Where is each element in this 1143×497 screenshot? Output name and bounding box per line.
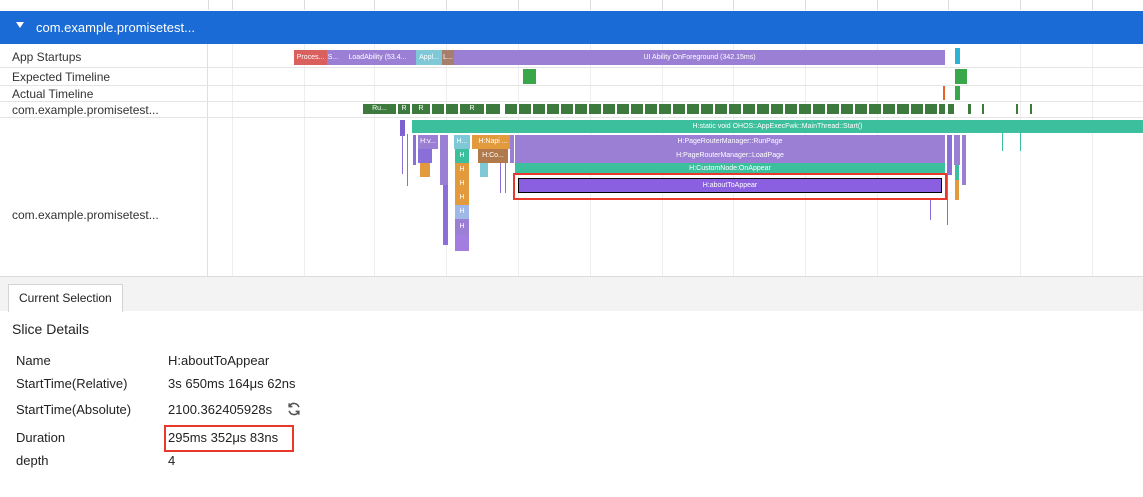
- time-ruler[interactable]: [0, 0, 1143, 10]
- detail-val-start-abs: 2100.362405928s: [168, 402, 273, 417]
- startup-slice-tail[interactable]: [955, 48, 960, 64]
- slice-small[interactable]: [955, 180, 959, 200]
- slice-h-napi[interactable]: H:Napi ...: [472, 135, 514, 149]
- slice-small[interactable]: [418, 149, 432, 163]
- startup-slice-l[interactable]: L...: [442, 50, 454, 65]
- slice-small[interactable]: [962, 135, 966, 185]
- startup-slice-process[interactable]: Proces...: [294, 50, 327, 65]
- slice-small[interactable]: [413, 135, 416, 165]
- actual-frame[interactable]: [955, 86, 960, 100]
- slice-small[interactable]: [455, 235, 469, 251]
- lane-label-main-thread[interactable]: com.example.promisetest...: [12, 208, 159, 222]
- lane-label-actual-timeline[interactable]: Actual Timeline: [12, 87, 93, 101]
- slice-h[interactable]: H: [455, 177, 469, 191]
- slice-h[interactable]: H: [455, 191, 469, 205]
- thread-slice[interactable]: [968, 104, 971, 114]
- expected-frame[interactable]: [523, 69, 536, 84]
- thread-slice[interactable]: [1016, 104, 1018, 114]
- lane-label-app-startups[interactable]: App Startups: [12, 50, 81, 64]
- slice-main-thread-start[interactable]: H:static void OHOS::AppExecFwk::MainThre…: [412, 120, 1143, 133]
- slice-h[interactable]: H: [455, 205, 469, 219]
- thread-slice[interactable]: [982, 104, 984, 114]
- startup-slice-ui-ability[interactable]: UI Ability OnForeground (342.15ms): [454, 50, 945, 65]
- detail-val-start-rel: 3s 650ms 164μs 62ns: [168, 376, 296, 391]
- slice-small[interactable]: [955, 165, 959, 180]
- tab-strip: Current Selection: [0, 276, 1143, 312]
- tab-current-selection[interactable]: Current Selection: [8, 284, 123, 312]
- collapse-arrow-icon[interactable]: [16, 22, 24, 28]
- startup-slice-loadability[interactable]: LoadAbility (53.4...: [339, 50, 416, 65]
- slice-h-co[interactable]: H:Co...: [478, 149, 508, 163]
- detail-key-depth: depth: [16, 453, 49, 468]
- actual-frame[interactable]: [943, 86, 945, 100]
- slice-run-page[interactable]: H:PageRouterManager::RunPage: [515, 135, 945, 149]
- slice-h[interactable]: H: [455, 219, 469, 235]
- thread-slice[interactable]: R: [398, 104, 410, 114]
- thread-slice[interactable]: [446, 104, 458, 114]
- detail-key-start-rel: StartTime(Relative): [16, 376, 128, 391]
- slice-h[interactable]: H: [455, 149, 469, 163]
- slice-small[interactable]: [480, 163, 488, 177]
- thread-slice-run[interactable]: [505, 104, 945, 114]
- thread-slice[interactable]: [948, 104, 954, 114]
- slice-small[interactable]: [510, 135, 514, 163]
- slice-h-v[interactable]: H:v...: [418, 135, 438, 149]
- thread-slice[interactable]: R: [460, 104, 484, 114]
- lane-label-expected-timeline[interactable]: Expected Timeline: [12, 70, 110, 84]
- slice-small[interactable]: [947, 135, 952, 175]
- selection-highlight-box: [513, 173, 947, 200]
- slice-load-page[interactable]: H:PageRouterManager::LoadPage: [515, 149, 945, 163]
- startup-slice-appl[interactable]: Appl...: [416, 50, 442, 65]
- lane-divider[interactable]: [207, 44, 208, 276]
- thread-slice[interactable]: [486, 104, 500, 114]
- thread-slice[interactable]: R: [412, 104, 430, 114]
- refresh-icon[interactable]: [286, 401, 302, 417]
- detail-key-name: Name: [16, 353, 51, 368]
- startup-slice-s[interactable]: S...: [327, 50, 339, 65]
- detail-val-depth: 4: [168, 453, 176, 468]
- details-title: Slice Details: [12, 321, 90, 337]
- slice-small[interactable]: [954, 135, 960, 165]
- slice-small[interactable]: [440, 135, 448, 185]
- process-title: com.example.promisetest...: [36, 20, 195, 35]
- details-panel: Current Selection Slice Details Name H:a…: [0, 276, 1143, 497]
- lane-label-thread[interactable]: com.example.promisetest...: [12, 103, 159, 117]
- slice-h[interactable]: H: [455, 163, 469, 177]
- thread-slice[interactable]: [1030, 104, 1032, 114]
- duration-highlight-box: [164, 425, 294, 452]
- detail-key-duration: Duration: [16, 430, 66, 445]
- slice-small[interactable]: [420, 163, 430, 177]
- thread-slice[interactable]: Ru...: [363, 104, 396, 114]
- process-header[interactable]: com.example.promisetest...: [0, 11, 1143, 44]
- slice-h-dot[interactable]: H...: [454, 135, 470, 149]
- thread-slice[interactable]: [432, 104, 444, 114]
- detail-val-name: H:aboutToAppear: [168, 353, 270, 368]
- slice-small[interactable]: [443, 185, 448, 245]
- detail-key-start-abs: StartTime(Absolute): [16, 402, 132, 417]
- expected-frame[interactable]: [955, 69, 967, 84]
